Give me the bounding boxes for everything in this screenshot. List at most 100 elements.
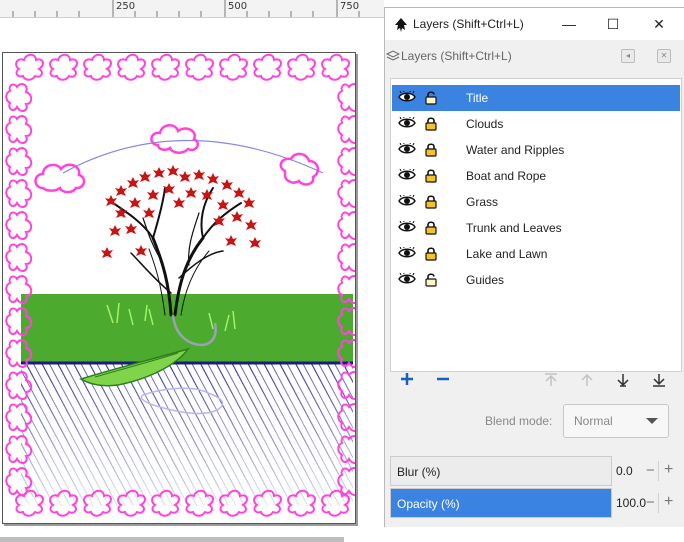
lock-open-icon[interactable] [424, 272, 438, 290]
opacity-slider-row: Opacity (%) 100.0 − + [390, 488, 682, 518]
lower-to-bottom-button[interactable] [649, 372, 669, 392]
visibility-eye-icon[interactable] [398, 219, 416, 236]
maple-leaf [233, 187, 245, 198]
opacity-stepper-divider [658, 493, 659, 513]
dialog-title: Layers (Shift+Ctrl+L) [413, 17, 524, 31]
maple-leaf [231, 211, 243, 222]
lower-button[interactable] [613, 372, 633, 392]
layer-row[interactable]: Water and Ripples [392, 137, 680, 163]
ruler-label-500: 500 [228, 1, 248, 12]
opacity-label: Opacity (%) [397, 497, 460, 511]
layer-row[interactable]: Clouds [392, 111, 680, 137]
lock-closed-icon[interactable] [424, 142, 438, 160]
blur-increment-button[interactable]: + [664, 461, 673, 479]
dialog-titlebar[interactable]: Layers (Shift+Ctrl+L) — ☐ ✕ [385, 8, 684, 40]
lock-closed-icon[interactable] [424, 194, 438, 212]
lower-to-bottom-icon [653, 374, 665, 387]
layer-name: Trunk and Leaves [466, 221, 562, 235]
tree-leaves [101, 165, 261, 258]
ruler-label-750: 750 [340, 1, 360, 12]
visibility-eye-icon[interactable] [398, 89, 416, 106]
opacity-decrement-button[interactable]: − [646, 494, 655, 511]
maple-leaf [167, 165, 179, 176]
layers-dialog: Layers (Shift+Ctrl+L) — ☐ ✕ Layers (Shif… [384, 7, 684, 527]
blur-slider-row: Blur (%) 0.0 − + [390, 456, 682, 486]
maple-leaf [153, 167, 165, 178]
dock-close-icon[interactable]: ✕ [657, 49, 671, 63]
maple-leaf [115, 185, 127, 196]
maple-leaf [193, 169, 205, 180]
blend-mode-value: Normal [574, 414, 613, 428]
blur-label: Blur (%) [397, 465, 441, 479]
layer-name: Boat and Rope [466, 169, 547, 183]
maple-leaf [127, 177, 139, 188]
visibility-eye-icon[interactable] [398, 115, 416, 132]
opacity-value[interactable]: 100.0 [616, 496, 646, 510]
lawn [21, 294, 353, 362]
layer-name: Water and Ripples [466, 143, 565, 157]
maximize-button[interactable]: ☐ [603, 14, 623, 34]
layer-row[interactable]: Grass [392, 189, 680, 215]
drawing-canvas[interactable] [0, 18, 384, 542]
maple-leaf [147, 189, 159, 200]
raise-to-top-button[interactable] [541, 372, 561, 392]
maple-leaf [139, 171, 151, 182]
blend-mode-label: Blend mode: [485, 414, 553, 428]
visibility-eye-icon[interactable] [398, 271, 416, 288]
layer-row[interactable]: Boat and Rope [392, 163, 680, 189]
blur-slider[interactable]: Blur (%) [390, 456, 612, 486]
maple-leaf [101, 247, 113, 258]
lock-open-icon[interactable] [424, 90, 438, 108]
guide-arc [62, 140, 324, 174]
layer-name: Guides [466, 273, 505, 287]
remove-layer-button[interactable] [433, 372, 453, 392]
maple-leaf [217, 199, 229, 210]
maple-leaf [125, 223, 137, 234]
blend-mode-select[interactable]: Normal [563, 404, 669, 438]
visibility-eye-icon[interactable] [398, 193, 416, 210]
horizontal-scrollbar[interactable] [0, 537, 344, 542]
dock-collapse-icon[interactable]: ◂ [621, 49, 635, 63]
layer-row[interactable]: Title [392, 85, 680, 111]
layer-row[interactable]: Lake and Lawn [392, 241, 680, 267]
layer-name: Grass [466, 195, 499, 209]
maple-leaf [225, 235, 237, 246]
layer-row[interactable]: Trunk and Leaves [392, 215, 680, 241]
lock-closed-icon[interactable] [424, 220, 438, 238]
minus-icon [437, 377, 449, 381]
lock-closed-icon[interactable] [424, 246, 438, 264]
raise-button[interactable] [577, 372, 597, 392]
maple-leaf [249, 237, 261, 248]
horizontal-ruler[interactable]: 250 500 750 [0, 0, 384, 18]
maple-leaf [173, 197, 185, 208]
document-page[interactable] [2, 52, 356, 524]
layer-name: Title [466, 91, 489, 105]
layer-row[interactable]: Guides [392, 267, 680, 293]
cloud-shapes [34, 124, 320, 194]
close-button[interactable]: ✕ [649, 14, 669, 34]
add-layer-button[interactable] [397, 372, 417, 392]
maple-leaf [245, 219, 257, 230]
maple-leaf [207, 173, 219, 184]
blur-stepper-divider [658, 461, 659, 481]
minimize-button[interactable]: — [559, 14, 579, 34]
opacity-slider[interactable]: Opacity (%) [390, 488, 612, 518]
maple-leaf [143, 207, 155, 218]
dock-header: Layers (Shift+Ctrl+L) ◂ ✕ [385, 44, 684, 68]
visibility-eye-icon[interactable] [398, 245, 416, 262]
ruler-label-250: 250 [116, 1, 136, 12]
lock-closed-icon[interactable] [424, 116, 438, 134]
layer-list[interactable]: Title Clouds Water and Ripples Boat and Rop… [390, 78, 682, 372]
artwork[interactable] [3, 53, 355, 523]
blur-decrement-button[interactable]: − [646, 462, 655, 479]
lock-closed-icon[interactable] [424, 168, 438, 186]
lake-water [21, 361, 353, 506]
visibility-eye-icon[interactable] [398, 141, 416, 158]
blur-value[interactable]: 0.0 [616, 464, 633, 478]
maple-leaf [129, 197, 141, 208]
layers-icon [386, 50, 400, 61]
visibility-eye-icon[interactable] [398, 167, 416, 184]
chevron-down-icon [646, 418, 658, 424]
opacity-increment-button[interactable]: + [664, 493, 673, 511]
layer-name: Clouds [466, 117, 504, 131]
